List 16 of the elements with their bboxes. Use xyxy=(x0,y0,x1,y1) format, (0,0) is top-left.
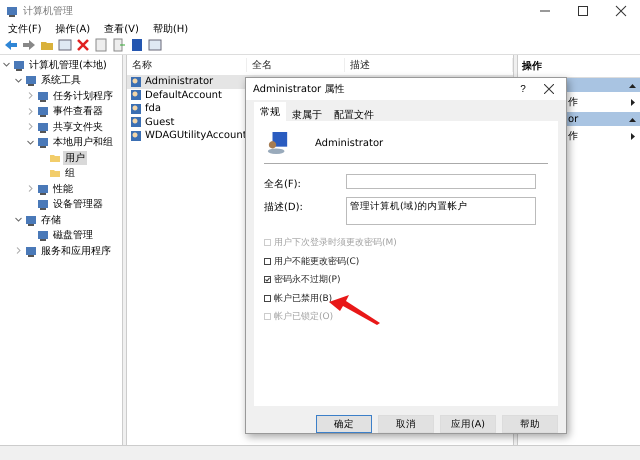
field-label: 描述(D): xyxy=(264,200,304,216)
window-title: 计算机管理 xyxy=(23,4,74,18)
user-name: fda xyxy=(145,103,161,114)
user-name: Administrator xyxy=(315,138,384,149)
option-label: 用户不能更改密码(C) xyxy=(274,256,360,268)
user-name: Guest xyxy=(145,116,174,128)
option-label: 用户下次登录时须更改密码(M) xyxy=(274,236,397,250)
option-label: 帐户已禁用(B) xyxy=(274,292,332,305)
field-label: 全名(F): xyxy=(264,178,302,192)
option-label: 帐户已锁定(O) xyxy=(274,310,334,324)
dialog-title: Administrator 属性 xyxy=(253,82,346,96)
user-name: WDAGUtilityAccount xyxy=(145,130,247,142)
user-name: Administrator xyxy=(145,76,214,88)
option-label: 密码永不过期(P) xyxy=(274,274,340,286)
user-name: DefaultAccount xyxy=(145,90,222,101)
section-title: or xyxy=(568,114,578,124)
